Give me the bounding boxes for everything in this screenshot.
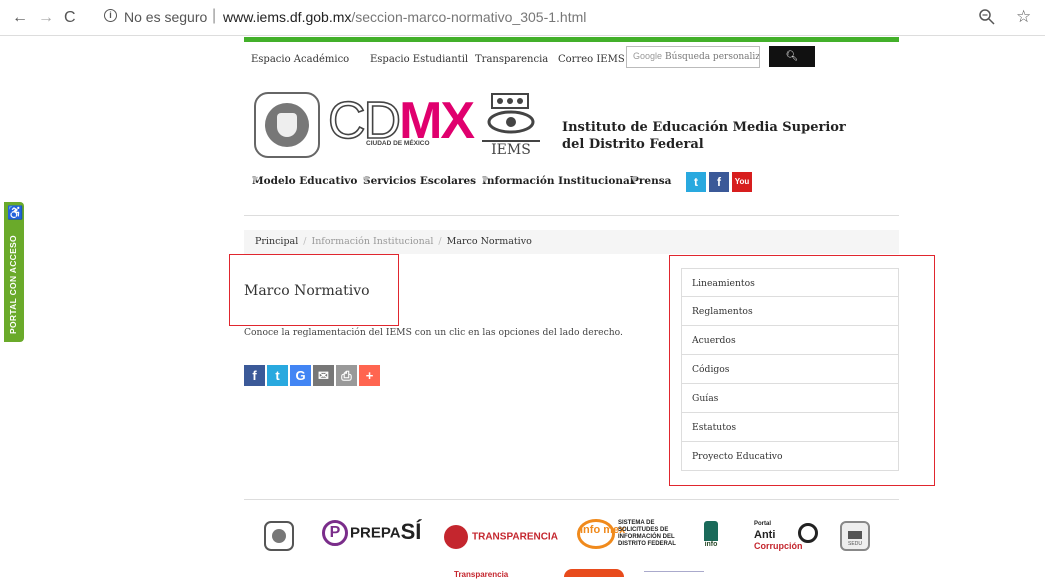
twitter-icon[interactable]: t <box>686 172 706 192</box>
google-share-icon[interactable]: G <box>290 365 311 386</box>
institute-name: Instituto de Educación Media Superior de… <box>562 120 846 152</box>
footer-divider <box>244 499 899 500</box>
dropdown-arrow-icon: ▼ <box>252 175 259 184</box>
print-share-icon[interactable]: ⎙ <box>336 365 357 386</box>
breadcrumb-home[interactable]: Principal <box>255 236 298 247</box>
transparencia-icon <box>444 525 468 549</box>
page-description: Conoce la reglamentación del IEMS con un… <box>244 327 623 338</box>
facebook-share-icon[interactable]: f <box>244 365 265 386</box>
transparencia-partial-logo[interactable]: Transparencia <box>454 570 508 579</box>
security-label: No es seguro <box>124 9 208 25</box>
search-button[interactable]: 🔍︎ <box>769 46 815 67</box>
iems-emblem-icon <box>487 93 535 134</box>
youtube-icon[interactable]: You <box>732 172 752 192</box>
cdmx-subtitle: CIUDAD DE MÉXICO <box>366 140 430 147</box>
breadcrumb-current: Marco Normativo <box>446 236 532 247</box>
address-separator: | <box>212 7 217 24</box>
highlight-title-box <box>229 254 399 326</box>
search-input[interactable]: Google Búsqueda personaliz <box>626 46 760 68</box>
accessibility-label: PORTAL CON ACCESO <box>8 235 18 334</box>
dropdown-arrow-icon: ▼ <box>482 175 489 184</box>
zoom-icon[interactable] <box>978 8 996 26</box>
partial-logo-gray[interactable] <box>644 571 704 577</box>
dropdown-arrow-icon: ▼ <box>363 175 370 184</box>
prepa-si-logo[interactable]: P PREPASÍ <box>322 519 421 547</box>
sedu-logo[interactable]: SEDU <box>840 521 870 551</box>
infomex-logo[interactable]: info mexSISTEMA DE SOLICITUDES DE INFORM… <box>577 519 676 549</box>
topnav-correo-iems[interactable]: Correo IEMS <box>558 54 625 65</box>
forward-icon[interactable]: → <box>38 9 54 27</box>
facebook-icon[interactable]: f <box>709 172 729 192</box>
info-df-logo[interactable]: info <box>699 521 723 548</box>
dropdown-arrow-icon: ▼ <box>631 175 638 184</box>
url-text[interactable]: www.iems.df.gob.mx/seccion-marco-normati… <box>223 9 586 25</box>
reload-icon[interactable]: C <box>64 9 76 27</box>
accessibility-tab[interactable]: ♿ PORTAL CON ACCESO <box>4 202 24 342</box>
bookmark-star-icon[interactable]: ☆ <box>1016 7 1031 27</box>
twitter-share-icon[interactable]: t <box>267 365 288 386</box>
topnav-espacio-academico[interactable]: Espacio Académico <box>251 54 349 65</box>
topnav-espacio-estudiantil[interactable]: Espacio Estudiantil <box>370 54 468 65</box>
topnav-transparencia[interactable]: Transparencia <box>475 54 548 65</box>
address-bar[interactable]: i No es seguro | www.iems.df.gob.mx/secc… <box>92 4 972 31</box>
breadcrumb-section[interactable]: Información Institucional <box>311 236 433 247</box>
back-icon[interactable]: ← <box>12 9 28 27</box>
divider <box>244 215 899 216</box>
footer-seal-logo[interactable] <box>264 521 294 551</box>
prepa-p-icon: P <box>322 520 348 547</box>
magnifier-icon <box>798 523 818 543</box>
email-share-icon[interactable]: ✉ <box>313 365 334 386</box>
government-seal-logo[interactable] <box>254 92 320 158</box>
info-df-icon <box>704 521 718 541</box>
search-icon: 🔍︎ <box>785 51 799 62</box>
highlight-sidebar-box <box>669 255 935 486</box>
transparencia-logo[interactable]: TRANSPARENCIA <box>444 525 558 549</box>
more-share-icon[interactable]: + <box>359 365 380 386</box>
browser-toolbar: ← → C i No es seguro | www.iems.df.gob.m… <box>0 0 1045 36</box>
info-icon[interactable]: i <box>104 9 117 22</box>
wheelchair-icon: ♿ <box>7 206 24 221</box>
top-accent-bar <box>244 37 899 42</box>
anticorrupcion-logo[interactable]: Portal Anti Corrupción <box>754 519 818 552</box>
iems-logo[interactable]: IEMS <box>482 92 540 158</box>
breadcrumb: Principal / Información Institucional / Marc… <box>244 230 899 254</box>
